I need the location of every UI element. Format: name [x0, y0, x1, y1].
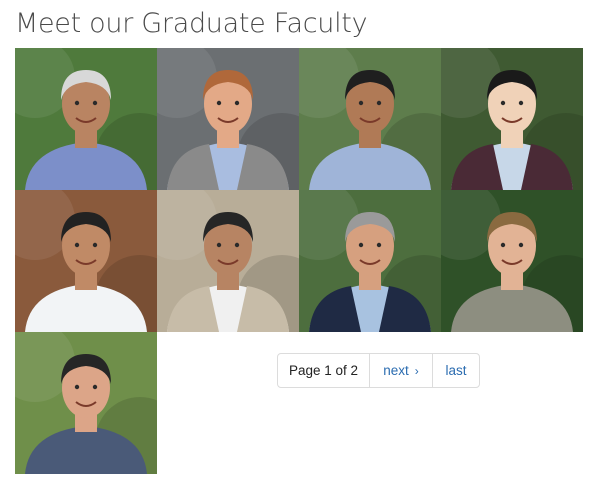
portrait-image [15, 48, 157, 190]
page-indicator: Page 1 of 2 [278, 354, 370, 387]
faculty-photo[interactable] [15, 48, 157, 190]
portrait-image [441, 48, 583, 190]
portrait-image [15, 332, 157, 474]
faculty-photo[interactable] [441, 190, 583, 332]
faculty-photo[interactable] [299, 48, 441, 190]
faculty-photo[interactable] [157, 190, 299, 332]
faculty-page: Meet our Graduate Faculty Page 1 of 2 ne… [0, 0, 599, 478]
next-label: next [383, 363, 409, 378]
faculty-photo[interactable] [15, 190, 157, 332]
faculty-photo[interactable] [15, 332, 157, 474]
portrait-image [299, 48, 441, 190]
page-title: Meet our Graduate Faculty [15, 8, 368, 39]
chevron-right-icon: › [414, 363, 419, 378]
faculty-photo-grid [15, 48, 583, 474]
faculty-photo[interactable] [157, 48, 299, 190]
portrait-image [157, 48, 299, 190]
faculty-photo[interactable] [441, 48, 583, 190]
portrait-image [15, 190, 157, 332]
next-page-link[interactable]: next › [370, 354, 433, 387]
portrait-image [157, 190, 299, 332]
faculty-photo[interactable] [299, 190, 441, 332]
portrait-image [299, 190, 441, 332]
last-page-link[interactable]: last [433, 354, 479, 387]
pagination: Page 1 of 2 next › last [277, 353, 480, 388]
portrait-image [441, 190, 583, 332]
